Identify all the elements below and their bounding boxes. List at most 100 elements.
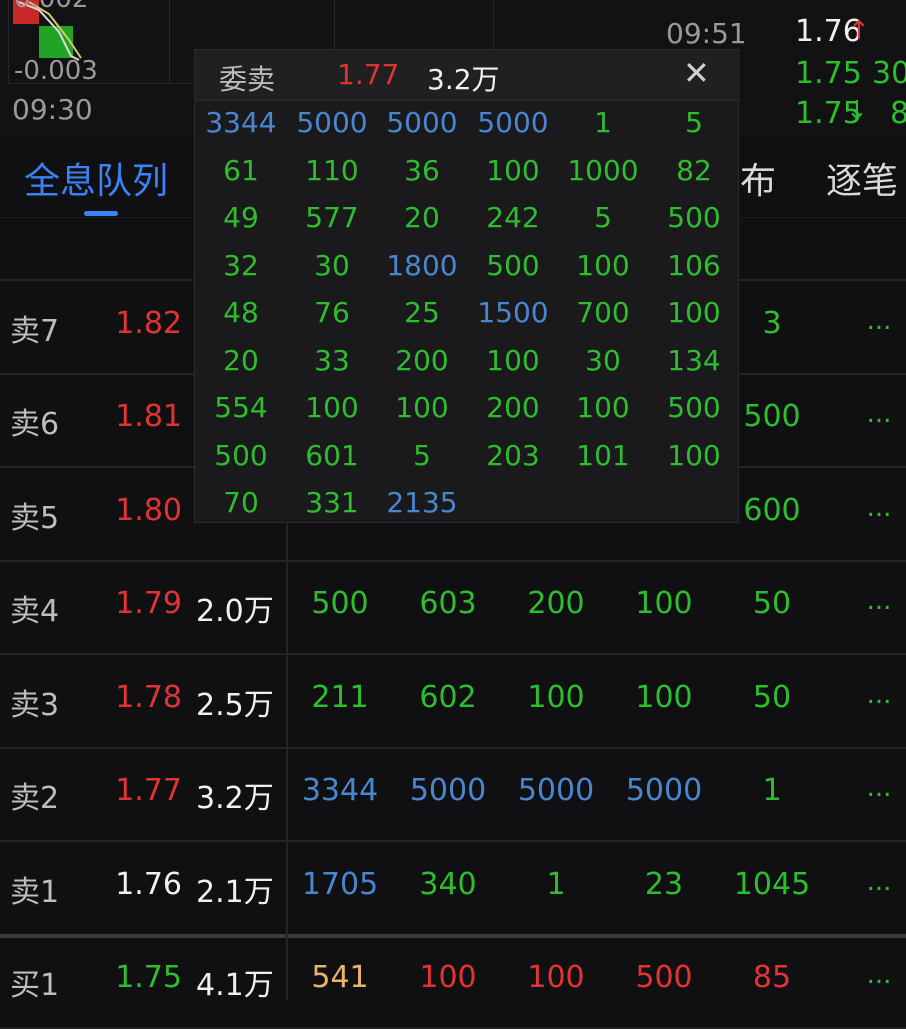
popup-order-cell: 76 bbox=[314, 296, 350, 329]
order-cell[interactable]: 100 bbox=[502, 960, 610, 995]
tab-tick-by-tick[interactable]: 逐笔 bbox=[826, 152, 898, 204]
popup-order-cell: 200 bbox=[395, 343, 449, 377]
order-cell[interactable]: 603 bbox=[394, 586, 502, 621]
row-divider bbox=[0, 933, 906, 938]
popup-order-cell: 5000 bbox=[386, 106, 458, 139]
row-price: 1.81 bbox=[115, 399, 182, 435]
popup-order-cell: 101 bbox=[576, 438, 630, 472]
row-label: 卖1 bbox=[10, 874, 60, 910]
popup-order-cell: 33 bbox=[314, 343, 350, 377]
popup-order-cell: 3344 bbox=[205, 106, 277, 139]
popup-order-cell: 1500 bbox=[477, 296, 549, 329]
popup-order-cell: 100 bbox=[576, 391, 630, 424]
popup-order-cell: 100 bbox=[667, 296, 721, 329]
order-cell[interactable]: 3344 bbox=[286, 773, 394, 808]
more-button[interactable]: ... bbox=[862, 306, 896, 336]
popup-order-cell: 70 bbox=[223, 486, 259, 519]
popup-order-cell: 5 bbox=[413, 438, 431, 472]
popup-price: 1.77 bbox=[337, 58, 400, 91]
more-button[interactable]: ... bbox=[862, 867, 896, 897]
popup-order-cell: 61 bbox=[223, 153, 259, 187]
popup-order-cell: 331 bbox=[305, 486, 359, 519]
order-cell[interactable]: 1 bbox=[718, 773, 826, 808]
more-button[interactable]: ... bbox=[862, 960, 896, 990]
popup-order-cell: 2135 bbox=[386, 486, 458, 519]
tick-volume: 30 bbox=[872, 56, 906, 91]
popup-order-cell: 100 bbox=[667, 438, 721, 472]
row-price: 1.79 bbox=[115, 586, 182, 622]
order-cell[interactable]: 1 bbox=[502, 867, 610, 902]
popup-order-cell: 106 bbox=[667, 248, 721, 282]
row-price: 1.80 bbox=[115, 492, 182, 528]
order-cell[interactable]: 100 bbox=[610, 586, 718, 621]
order-cell[interactable]: 602 bbox=[394, 680, 502, 715]
order-cell[interactable]: 5000 bbox=[610, 773, 718, 808]
popup-order-cell: 30 bbox=[314, 248, 350, 282]
tick-time: 09:51 bbox=[666, 17, 747, 50]
order-cell[interactable]: 50 bbox=[718, 680, 826, 715]
order-cell[interactable]: 100 bbox=[610, 680, 718, 715]
row-label: 卖6 bbox=[10, 407, 60, 443]
tab-full-queue[interactable]: 全息队列 bbox=[24, 152, 168, 204]
order-cell[interactable]: 211 bbox=[286, 680, 394, 715]
row-label: 卖5 bbox=[10, 500, 60, 536]
order-cell[interactable]: 5000 bbox=[502, 773, 610, 808]
popup-order-cell: 601 bbox=[305, 438, 359, 472]
row-volume: 4.1万 bbox=[196, 968, 274, 1004]
more-button[interactable]: ... bbox=[862, 773, 896, 803]
order-cell[interactable]: 500 bbox=[610, 960, 718, 995]
popup-order-cell: 5000 bbox=[296, 106, 368, 139]
row-divider bbox=[0, 746, 906, 749]
row-volume: 2.1万 bbox=[196, 874, 274, 910]
popup-order-cell: 500 bbox=[667, 201, 721, 234]
popup-order-cell: 100 bbox=[395, 391, 449, 424]
order-cell[interactable]: 340 bbox=[394, 867, 502, 902]
row-price: 1.82 bbox=[115, 305, 182, 341]
row-label: 卖2 bbox=[10, 781, 60, 817]
popup-order-cell: 200 bbox=[486, 391, 540, 424]
row-label: 买1 bbox=[10, 968, 60, 1004]
order-cell[interactable]: 1045 bbox=[718, 867, 826, 902]
row-price: 1.76 bbox=[115, 866, 182, 902]
more-button[interactable]: ... bbox=[862, 680, 896, 710]
more-button[interactable]: ... bbox=[862, 493, 896, 523]
order-cell[interactable]: 85 bbox=[718, 960, 826, 995]
order-cell[interactable]: 100 bbox=[502, 680, 610, 715]
popup-order-cell: 5 bbox=[685, 106, 703, 139]
popup-order-cell: 5 bbox=[594, 201, 612, 234]
popup-order-cell: 500 bbox=[667, 391, 721, 424]
row-divider bbox=[0, 840, 906, 842]
queue-detail-popup: 委卖 1.77 3.2万 ✕ 3344 5000 5000 5000 1 5 61 110 36… bbox=[194, 49, 740, 523]
popup-order-cell: 25 bbox=[404, 296, 440, 329]
popup-order-cell: 49 bbox=[223, 201, 259, 234]
row-volume: 2.0万 bbox=[196, 594, 274, 630]
order-cell[interactable]: 50 bbox=[718, 586, 826, 621]
close-icon[interactable]: ✕ bbox=[683, 54, 710, 92]
time-axis-label: 09:30 bbox=[12, 93, 93, 126]
popup-order-cell: 100 bbox=[486, 153, 540, 187]
popup-order-cell: 5000 bbox=[477, 106, 549, 139]
popup-order-cell: 554 bbox=[214, 391, 268, 424]
popup-order-cell: 1800 bbox=[386, 248, 458, 282]
row-price: 1.78 bbox=[115, 679, 182, 715]
popup-order-cell: 82 bbox=[676, 153, 712, 187]
order-cell[interactable]: 541 bbox=[286, 960, 394, 995]
order-cell[interactable]: 1705 bbox=[286, 867, 394, 902]
more-button[interactable]: ... bbox=[862, 586, 896, 616]
order-cell[interactable]: 500 bbox=[286, 586, 394, 621]
popup-order-cell: 1000 bbox=[567, 153, 639, 187]
order-cell[interactable]: 200 bbox=[502, 586, 610, 621]
row-label: 卖4 bbox=[10, 594, 60, 630]
popup-order-cell: 700 bbox=[576, 296, 630, 329]
active-tab-indicator bbox=[84, 211, 118, 216]
order-cell[interactable]: 5000 bbox=[394, 773, 502, 808]
order-cell[interactable]: 100 bbox=[394, 960, 502, 995]
more-button[interactable]: ... bbox=[862, 399, 896, 429]
tab-distribution[interactable]: 布 bbox=[740, 152, 776, 204]
popup-order-cell: 100 bbox=[305, 391, 359, 424]
tick-volume: 8 bbox=[890, 96, 906, 131]
row-divider bbox=[0, 653, 906, 655]
order-cell[interactable]: 23 bbox=[610, 867, 718, 902]
popup-order-cell: 577 bbox=[305, 201, 359, 234]
popup-volume: 3.2万 bbox=[427, 63, 500, 96]
